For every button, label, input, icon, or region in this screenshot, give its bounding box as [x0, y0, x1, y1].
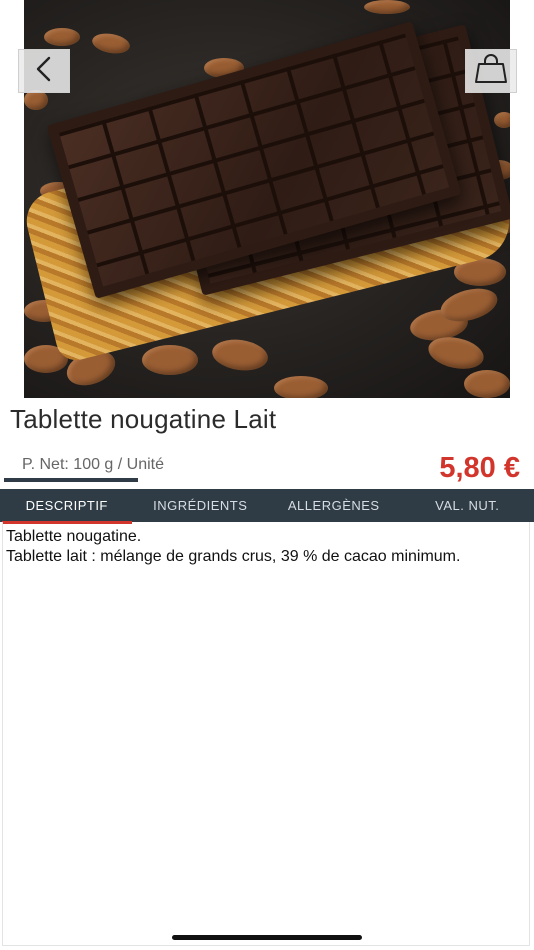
chevron-left-icon — [33, 56, 55, 87]
almond-decoration — [425, 332, 487, 374]
almond-decoration — [44, 28, 80, 46]
tab-content-panel — [2, 522, 530, 946]
almond-decoration — [274, 376, 328, 398]
product-image — [24, 0, 510, 398]
almond-decoration — [24, 90, 48, 110]
cart-button[interactable] — [465, 49, 517, 93]
product-title: Tablette nougatine Lait — [10, 404, 277, 434]
tab-ingredients[interactable]: INGRÉDIENTS — [134, 489, 268, 522]
net-weight: P. Net: 100 g / Unité — [22, 456, 165, 473]
description-line: Tablette lait : mélange de grands crus, … — [6, 548, 461, 565]
almond-decoration — [364, 0, 410, 14]
weight-underline-divider — [4, 478, 138, 482]
shopping-bag-icon — [474, 53, 508, 89]
tab-allergenes[interactable]: ALLERGÈNES — [267, 489, 401, 522]
back-button[interactable] — [18, 49, 70, 93]
almond-decoration — [210, 336, 270, 374]
tab-descriptif[interactable]: DESCRIPTIF — [0, 489, 134, 524]
product-price: 5,80 € — [439, 452, 520, 484]
tab-val-nut[interactable]: VAL. NUT. — [401, 489, 534, 522]
almond-decoration — [464, 370, 510, 398]
almond-decoration — [494, 112, 510, 128]
almond-decoration — [142, 345, 198, 375]
info-tabs: DESCRIPTIF INGRÉDIENTS ALLERGÈNES VAL. N… — [0, 489, 534, 524]
description-line: Tablette nougatine. — [6, 528, 142, 545]
home-indicator[interactable] — [172, 935, 362, 940]
product-description: Tablette nougatine. Tablette lait : méla… — [6, 527, 506, 567]
almond-decoration — [90, 30, 132, 57]
